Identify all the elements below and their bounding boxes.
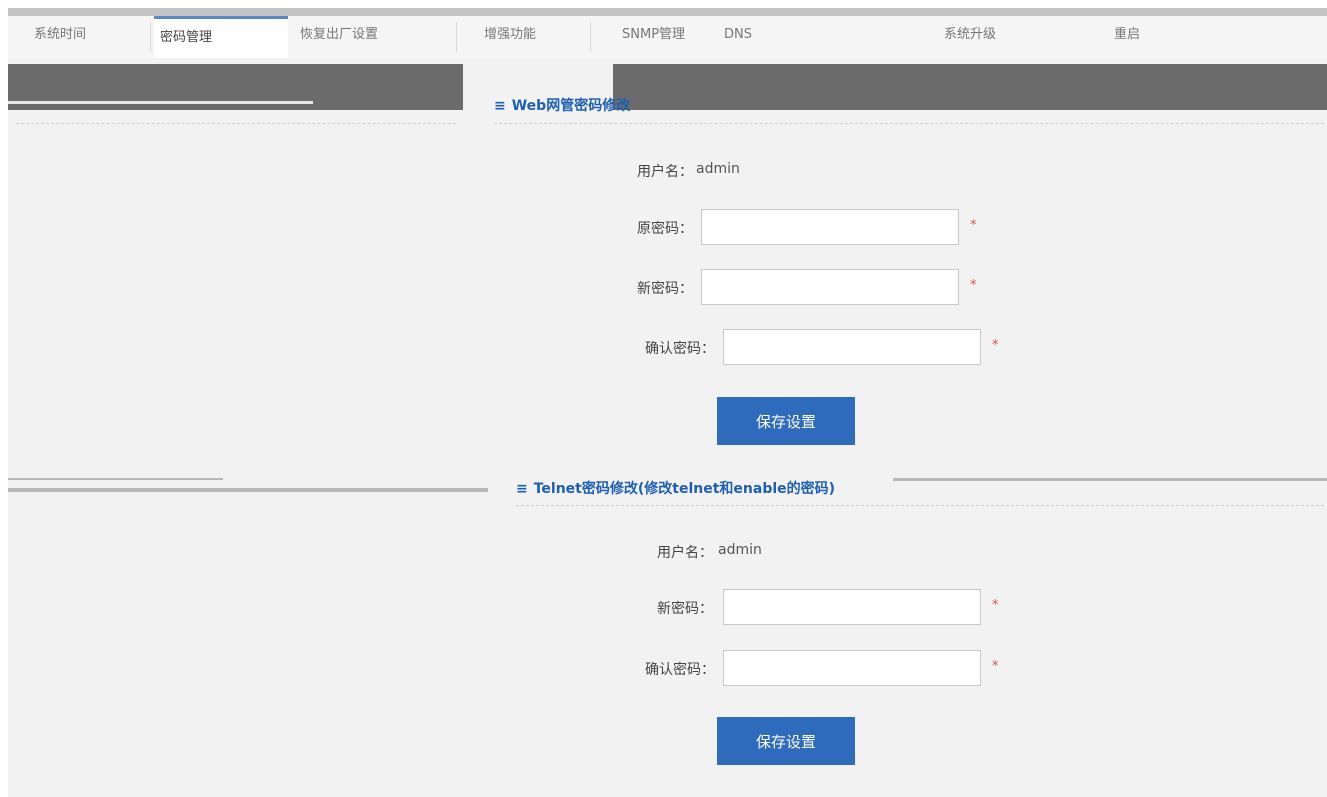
tab-snmp[interactable]: SNMP管理 <box>616 16 716 58</box>
tab-bar: 系统时间 密码管理 恢复出厂设置 增强功能 SNMP管理 DNS 系统升级 重启 <box>8 8 1327 58</box>
tab-password[interactable]: 密码管理 <box>154 16 288 58</box>
tab-divider <box>150 22 151 52</box>
divider-bar <box>893 478 1327 481</box>
required-mark: * <box>992 598 999 613</box>
telnet-section-title-text: Telnet密码修改(修改telnet和enable的密码) <box>533 481 836 497</box>
confirm-password-label: 确认密码： <box>645 341 715 357</box>
menu-lines-icon: ≡ <box>516 481 528 497</box>
tab-system-time[interactable]: 系统时间 <box>28 16 148 58</box>
old-password-input[interactable] <box>701 209 959 245</box>
required-mark: * <box>970 218 977 233</box>
section-divider <box>516 505 1324 506</box>
web-username-value: admin <box>696 161 740 177</box>
web-username-label: 用户名： <box>637 164 693 180</box>
confirm-password-input[interactable] <box>723 329 981 365</box>
tab-reboot[interactable]: 重启 <box>1108 16 1188 58</box>
new-password-label: 新密码： <box>637 281 693 297</box>
tab-upgrade[interactable]: 系统升级 <box>938 16 1068 58</box>
telnet-new-password-label: 新密码： <box>657 601 713 617</box>
required-mark: * <box>992 338 999 353</box>
required-mark: * <box>992 659 999 674</box>
telnet-confirm-password-label: 确认密码： <box>645 662 715 678</box>
telnet-save-button[interactable]: 保存设置 <box>717 717 855 765</box>
section-divider <box>16 123 456 124</box>
telnet-new-password-input[interactable] <box>723 589 981 625</box>
content-frame: 系统时间 密码管理 恢复出厂设置 增强功能 SNMP管理 DNS 系统升级 重启… <box>8 8 1327 797</box>
web-section-title: ≡ Web网管密码修改 <box>494 95 630 115</box>
web-save-button[interactable]: 保存设置 <box>717 397 855 445</box>
tab-dns[interactable]: DNS <box>718 16 778 58</box>
tab-divider <box>590 22 591 52</box>
tab-enhanced[interactable]: 增强功能 <box>478 16 588 58</box>
tab-factory-reset[interactable]: 恢复出厂设置 <box>294 16 454 58</box>
section-divider <box>494 123 1324 124</box>
telnet-username-value: admin <box>718 542 762 558</box>
tab-divider <box>456 22 457 52</box>
divider-bar <box>8 478 223 480</box>
telnet-username-label: 用户名： <box>657 545 713 561</box>
menu-lines-icon: ≡ <box>494 98 506 114</box>
header-band-stripe <box>8 101 313 104</box>
divider-bar <box>8 488 488 492</box>
telnet-confirm-password-input[interactable] <box>723 650 981 686</box>
required-mark: * <box>970 278 977 293</box>
header-band-right <box>613 64 1327 110</box>
telnet-section-title: ≡ Telnet密码修改(修改telnet和enable的密码) <box>516 478 835 498</box>
new-password-input[interactable] <box>701 269 959 305</box>
old-password-label: 原密码： <box>637 221 693 237</box>
web-section-title-text: Web网管密码修改 <box>511 98 631 114</box>
